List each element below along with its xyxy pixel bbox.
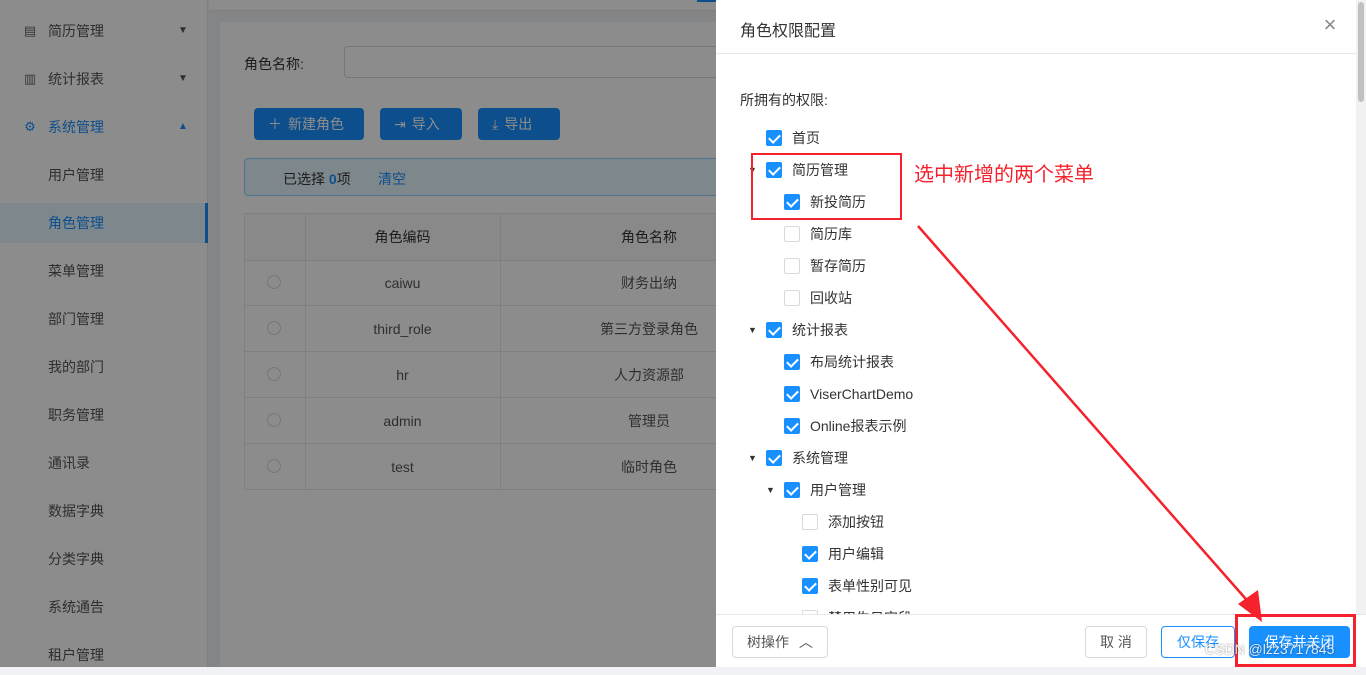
annotation-arrow [917, 225, 1262, 622]
watermark: CSDN @lzz3717845 [1205, 641, 1335, 657]
